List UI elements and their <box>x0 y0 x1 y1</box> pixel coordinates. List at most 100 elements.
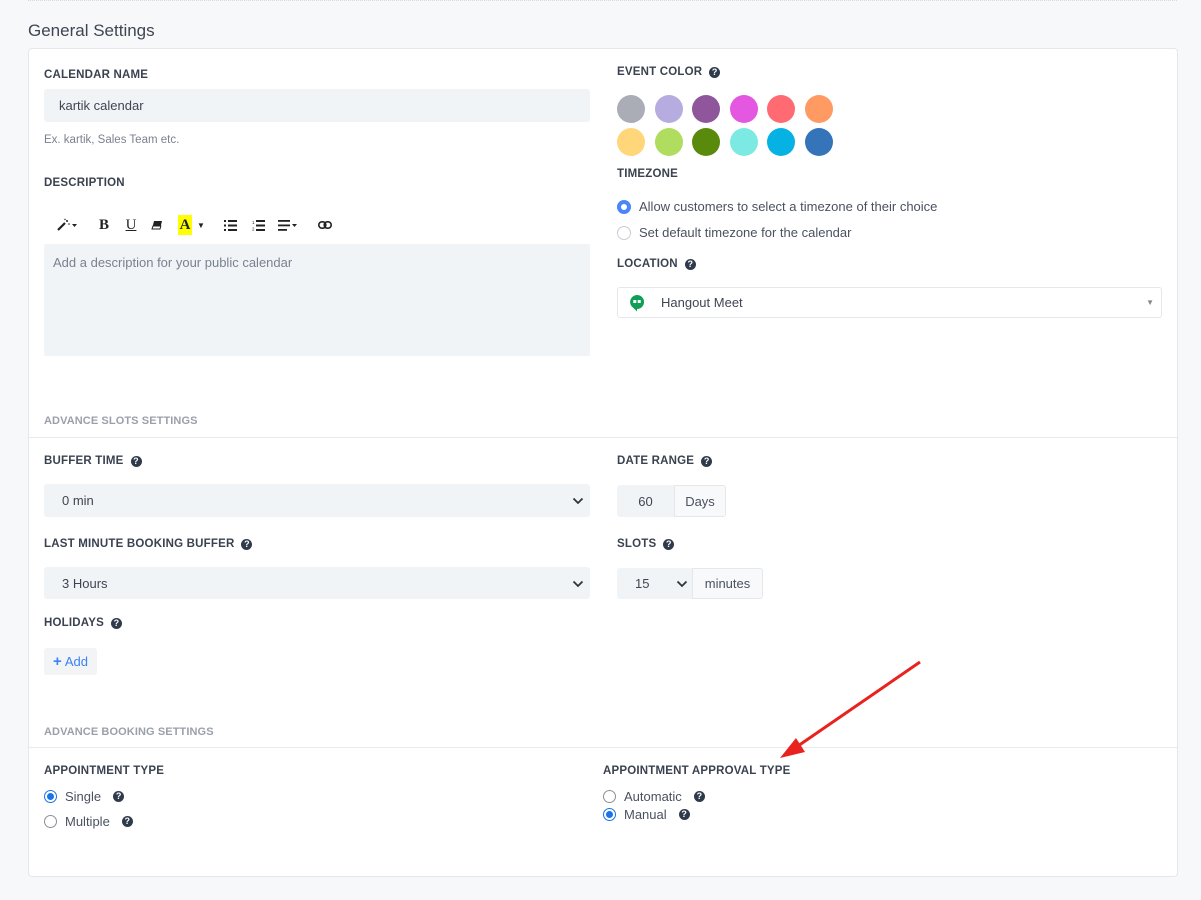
option-label: Automatic <box>624 789 682 804</box>
help-icon[interactable]: ? <box>678 809 690 820</box>
buffer-time-select[interactable]: 0 min <box>44 484 590 517</box>
plus-icon: + <box>53 653 62 670</box>
location-value: Hangout Meet <box>661 295 743 310</box>
hangouts-icon <box>629 294 645 312</box>
radio-unselected[interactable] <box>617 225 631 240</box>
timezone-label-text: TIMEZONE <box>617 168 679 180</box>
description-label-text: DESCRIPTION <box>44 177 125 189</box>
unordered-list-icon[interactable] <box>216 215 244 235</box>
appointment-type-label-text: APPOINTMENT TYPE <box>44 765 165 777</box>
color-swatch[interactable] <box>804 95 833 123</box>
svg-text:2: 2 <box>252 226 255 231</box>
highlight-dropdown-icon[interactable]: ▼ <box>192 215 210 235</box>
calendar-name-input[interactable]: kartik calendar <box>44 89 590 122</box>
calendar-name-label: CALENDAR NAME <box>44 69 148 81</box>
help-icon[interactable]: ? <box>110 617 122 629</box>
timezone-option-default[interactable]: Set default timezone for the calendar <box>617 225 851 240</box>
radio-selected[interactable] <box>44 790 57 803</box>
section-divider <box>29 437 1177 438</box>
slots-unit: minutes <box>692 568 763 599</box>
help-icon[interactable]: ? <box>113 791 125 802</box>
color-swatch[interactable] <box>692 95 720 123</box>
approval-type-label-text: APPOINTMENT APPROVAL TYPE <box>603 765 791 777</box>
timezone-option-label: Set default timezone for the calendar <box>639 225 852 240</box>
help-icon[interactable]: ? <box>701 455 713 467</box>
date-range-label-text: DATE RANGE <box>617 455 695 467</box>
chevron-down-icon <box>676 576 688 591</box>
event-color-picker <box>617 95 833 156</box>
option-label: Single <box>65 789 102 804</box>
chevron-down-icon <box>572 576 584 591</box>
color-swatch[interactable] <box>654 128 683 156</box>
color-swatch[interactable] <box>617 95 645 123</box>
calendar-name-value: kartik calendar <box>59 98 144 113</box>
underline-icon[interactable]: U <box>118 215 144 235</box>
slots-select[interactable]: 15 <box>617 568 692 599</box>
buffer-time-value: 0 min <box>62 493 94 508</box>
color-swatch[interactable] <box>767 95 795 123</box>
event-color-label-text: EVENT COLOR <box>617 66 703 78</box>
timezone-option-allow[interactable]: Allow customers to select a timezone of … <box>617 199 937 214</box>
location-select[interactable]: Hangout Meet ▼ <box>617 287 1162 318</box>
text-highlight-icon[interactable]: A <box>178 215 192 235</box>
color-swatch[interactable] <box>729 95 758 123</box>
color-swatch[interactable] <box>767 128 795 156</box>
eraser-icon[interactable] <box>144 215 170 235</box>
calendar-name-hint: Ex. kartik, Sales Team etc. <box>44 134 180 146</box>
help-icon[interactable]: ? <box>693 791 705 802</box>
link-icon[interactable] <box>312 215 338 235</box>
approval-type-manual[interactable]: Manual ? <box>603 807 690 822</box>
page-title: General Settings <box>28 21 155 40</box>
description-label: DESCRIPTION <box>44 177 125 189</box>
top-divider <box>28 0 1177 1</box>
color-swatch[interactable] <box>617 128 645 156</box>
color-swatch[interactable] <box>729 128 758 156</box>
svg-text:1: 1 <box>252 220 255 225</box>
help-icon[interactable]: ? <box>684 258 696 270</box>
section-divider <box>29 747 1177 748</box>
last-minute-buffer-value: 3 Hours <box>62 575 108 591</box>
bold-icon[interactable]: B <box>90 215 118 235</box>
advance-slots-title: ADVANCE SLOTS SETTINGS <box>44 415 198 427</box>
last-minute-buffer-select[interactable]: 3 Hours <box>44 567 590 599</box>
radio-selected[interactable] <box>617 199 631 214</box>
slots-value: 15 <box>635 576 650 591</box>
buffer-time-label-text: BUFFER TIME <box>44 455 124 467</box>
help-icon[interactable]: ? <box>663 538 675 550</box>
color-swatch[interactable] <box>804 128 833 156</box>
appointment-type-label: APPOINTMENT TYPE <box>44 765 164 777</box>
description-placeholder: Add a description for your public calend… <box>53 255 293 270</box>
approval-type-automatic[interactable]: Automatic ? <box>603 789 705 804</box>
advance-booking-title: ADVANCE BOOKING SETTINGS <box>44 726 214 738</box>
appointment-type-single[interactable]: Single ? <box>44 789 125 804</box>
option-label: Multiple <box>65 814 110 829</box>
color-swatch[interactable] <box>692 128 720 156</box>
slots-label: SLOTS ? <box>617 538 675 550</box>
help-icon[interactable]: ? <box>241 538 253 550</box>
buffer-time-label: BUFFER TIME ? <box>44 455 142 467</box>
description-editor[interactable]: Add a description for your public calend… <box>44 244 590 356</box>
align-icon[interactable] <box>272 215 304 235</box>
appointment-type-multiple[interactable]: Multiple ? <box>44 814 133 829</box>
radio-unselected[interactable] <box>44 815 57 828</box>
radio-selected[interactable] <box>603 808 616 821</box>
option-label: Manual <box>624 807 667 822</box>
settings-card: CALENDAR NAME kartik calendar Ex. kartik… <box>28 48 1178 877</box>
dropdown-caret-icon: ▼ <box>1146 298 1154 307</box>
location-label-text: LOCATION <box>617 258 678 270</box>
color-swatch[interactable] <box>654 95 683 123</box>
last-minute-buffer-label: LAST MINUTE BOOKING BUFFER ? <box>44 538 253 550</box>
add-holiday-button[interactable]: + Add <box>44 648 97 675</box>
help-icon[interactable]: ? <box>130 455 142 467</box>
date-range-input[interactable]: 60 <box>617 485 674 517</box>
event-color-label: EVENT COLOR ? <box>617 66 721 78</box>
timezone-option-label: Allow customers to select a timezone of … <box>639 199 938 214</box>
holidays-label: HOLIDAYS ? <box>44 617 122 629</box>
help-icon[interactable]: ? <box>709 66 721 78</box>
radio-unselected[interactable] <box>603 790 616 803</box>
magic-wand-icon[interactable] <box>54 215 80 235</box>
help-icon[interactable]: ? <box>121 816 133 827</box>
ordered-list-icon[interactable]: 12 <box>244 215 272 235</box>
date-range-label: DATE RANGE ? <box>617 455 713 467</box>
add-holiday-label: Add <box>64 654 88 669</box>
